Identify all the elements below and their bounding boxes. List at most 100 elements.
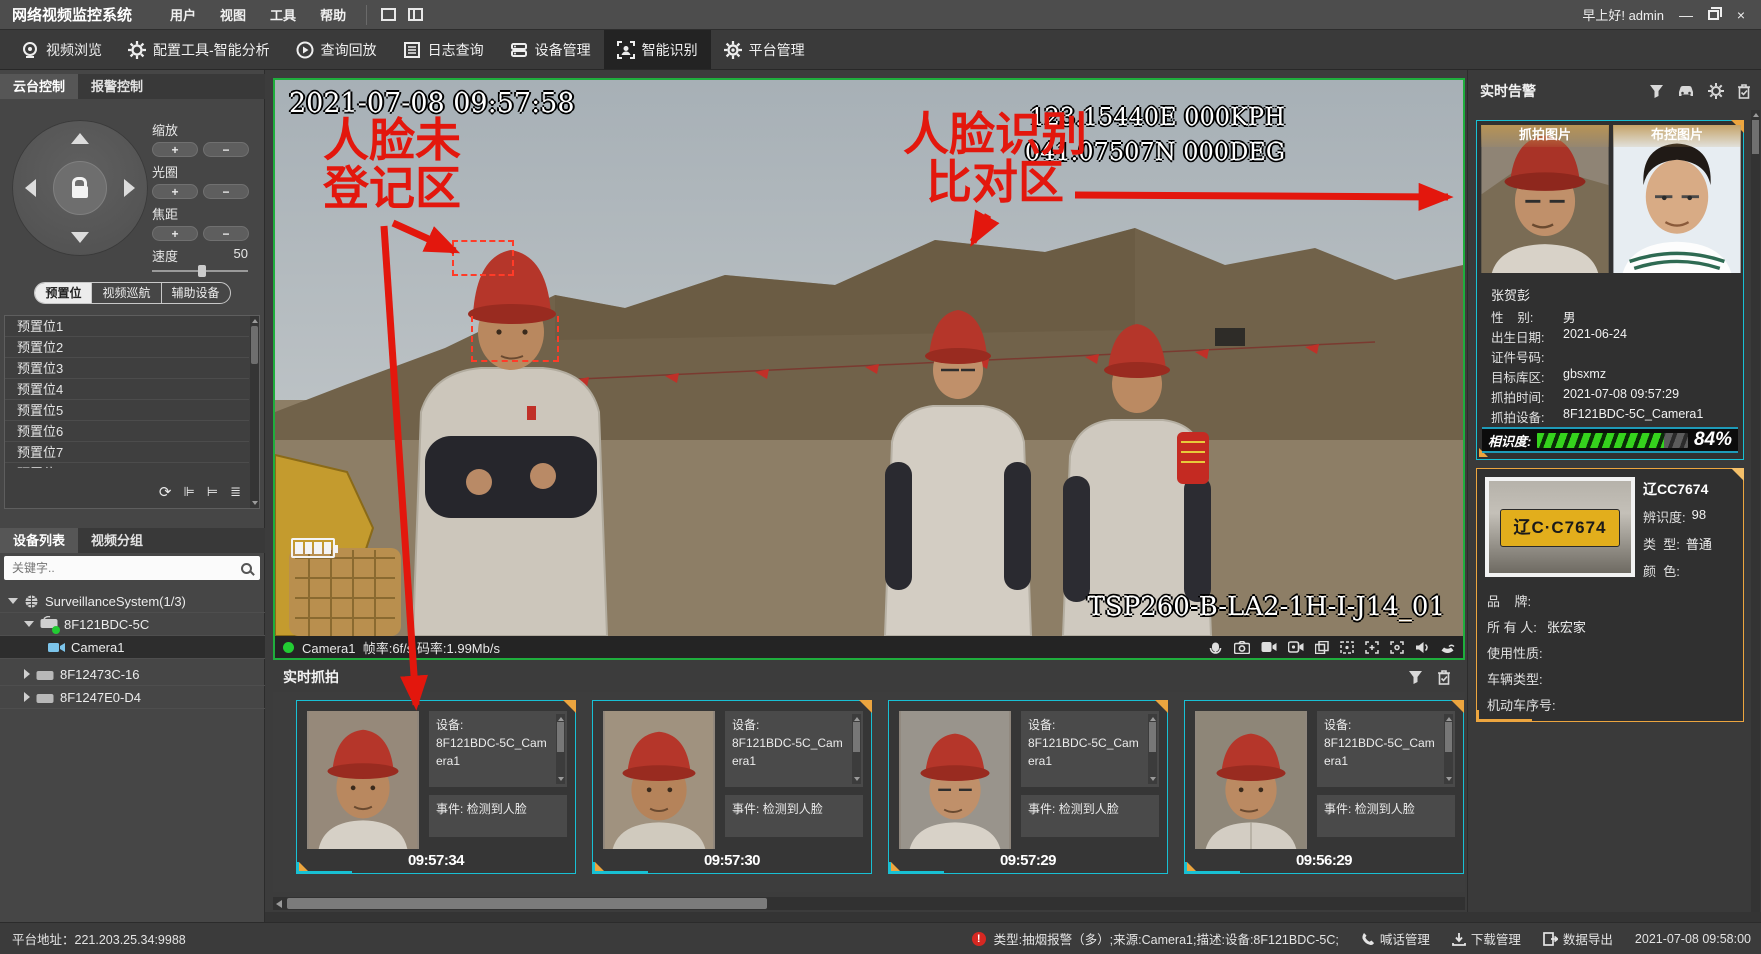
ptz-right-arrow[interactable] bbox=[124, 179, 135, 197]
talk-icon[interactable] bbox=[1208, 640, 1223, 654]
ptz-down-arrow[interactable] bbox=[71, 232, 89, 243]
ptz-pad[interactable] bbox=[12, 120, 148, 256]
preset-item[interactable]: 预置位2 bbox=[5, 337, 249, 358]
filter-icon[interactable] bbox=[1408, 670, 1423, 684]
expand-arrow-icon[interactable] bbox=[8, 598, 18, 604]
preset-scrollbar-thumb[interactable] bbox=[251, 326, 258, 364]
face-alarm-card[interactable]: 抓拍图片 布控图片 张贺彭 性 别:男 出生日期:2021-06-24 证件号码… bbox=[1476, 120, 1744, 460]
multi-capture-icon[interactable] bbox=[1315, 641, 1329, 654]
tree-node-nvr-3[interactable]: 8F1247E0-D4 bbox=[0, 686, 265, 709]
vehicle-alarm-card[interactable]: 辽C·C7674 辽CC7674 辨识度:98 类 型:普通 颜 色: 品 牌:… bbox=[1476, 468, 1744, 722]
menu-view[interactable]: 视图 bbox=[208, 5, 258, 24]
search-icon[interactable] bbox=[241, 563, 252, 574]
tree-node-root[interactable]: SurveillanceSystem(1/3) bbox=[0, 590, 265, 613]
vehicle-alarm-icon[interactable] bbox=[1677, 84, 1695, 98]
restore-button[interactable] bbox=[1708, 10, 1719, 20]
info-scrollbar[interactable] bbox=[852, 714, 861, 784]
tab-platform-manage[interactable]: 平台管理 bbox=[711, 30, 818, 69]
preset-item[interactable]: 预置位4 bbox=[5, 379, 249, 400]
download-manage-button[interactable]: 下载管理 bbox=[1452, 929, 1521, 948]
tab-video-browse[interactable]: 视频浏览 bbox=[8, 30, 115, 69]
minimize-button[interactable]: — bbox=[1678, 7, 1694, 23]
refresh-presets-icon[interactable]: ⟳ bbox=[159, 483, 172, 501]
preset-item[interactable]: 预置位1 bbox=[5, 316, 249, 337]
sort-presets-icon[interactable]: ≣ bbox=[230, 484, 241, 500]
gear-icon bbox=[128, 41, 146, 59]
tab-playback[interactable]: 查询回放 bbox=[283, 30, 390, 69]
speed-slider-thumb[interactable] bbox=[198, 265, 206, 277]
ptz-lock-button[interactable] bbox=[53, 161, 107, 215]
collapse-arrow-icon[interactable] bbox=[24, 669, 30, 679]
call-icon[interactable] bbox=[1440, 641, 1455, 654]
preset-item[interactable]: 预置位6 bbox=[5, 421, 249, 442]
close-button[interactable]: × bbox=[1733, 7, 1749, 23]
preset-item[interactable]: 预置位3 bbox=[5, 358, 249, 379]
tree-node-nvr-2[interactable]: 8F12473C-16 bbox=[0, 663, 265, 686]
split-layout-icon[interactable] bbox=[408, 8, 423, 21]
menu-tools[interactable]: 工具 bbox=[258, 5, 308, 24]
tab-ptz-control[interactable]: 云台控制 bbox=[0, 74, 78, 99]
focus-target-icon[interactable] bbox=[1390, 641, 1404, 654]
data-export-button[interactable]: 数据导出 bbox=[1543, 929, 1613, 948]
info-scrollbar[interactable] bbox=[556, 714, 565, 784]
zoom-in-icon[interactable] bbox=[1365, 641, 1379, 654]
tab-video-groups[interactable]: 视频分组 bbox=[78, 528, 156, 553]
tree-node-camera1[interactable]: Camera1 bbox=[0, 636, 265, 659]
speed-slider[interactable] bbox=[152, 265, 248, 277]
ptz-up-arrow[interactable] bbox=[71, 133, 89, 144]
iris-plus-button[interactable]: + bbox=[152, 184, 198, 199]
zoom-minus-button[interactable]: − bbox=[203, 142, 249, 157]
tab-config-analysis[interactable]: 配置工具-智能分析 bbox=[115, 30, 283, 69]
focus-control: 焦距 + − bbox=[152, 204, 252, 241]
preset-item[interactable]: 预置位7 bbox=[5, 442, 249, 463]
zoom-plus-button[interactable]: + bbox=[152, 142, 198, 157]
scroll-left-arrow[interactable] bbox=[276, 900, 282, 908]
set-preset-icon[interactable]: ⊨ bbox=[207, 484, 218, 500]
snapshot-card[interactable]: 设备: 8F121BDC-5C_Camera1 事件: 检测到人脸 09:56:… bbox=[1184, 700, 1464, 874]
ptz-left-arrow[interactable] bbox=[25, 179, 36, 197]
snapshot-scrollbar[interactable] bbox=[273, 897, 1465, 910]
focus-plus-button[interactable]: + bbox=[152, 226, 198, 241]
video-stream-icon[interactable] bbox=[1288, 641, 1304, 653]
filter-icon[interactable] bbox=[1649, 84, 1664, 98]
snapshot-scrollbar-thumb[interactable] bbox=[287, 898, 767, 909]
volume-icon[interactable] bbox=[1415, 641, 1429, 654]
snapshot-card[interactable]: 设备: 8F121BDC-5C_Camera1 事件: 检测到人脸 09:57:… bbox=[888, 700, 1168, 874]
tab-video-cruise[interactable]: 视频巡航 bbox=[91, 283, 160, 303]
goto-preset-icon[interactable]: ⊫ bbox=[183, 484, 194, 500]
tab-presets[interactable]: 预置位 bbox=[35, 283, 91, 303]
tab-log-query[interactable]: 日志查询 bbox=[390, 30, 497, 69]
record-icon[interactable] bbox=[1261, 641, 1277, 653]
collapse-arrow-icon[interactable] bbox=[24, 692, 30, 702]
snapshot-card[interactable]: 设备: 8F121BDC-5C_Camera1 事件: 检测到人脸 09:57:… bbox=[592, 700, 872, 874]
expand-arrow-icon[interactable] bbox=[24, 621, 34, 627]
info-scrollbar[interactable] bbox=[1148, 714, 1157, 784]
tab-aux-devices[interactable]: 辅助设备 bbox=[161, 283, 230, 303]
iris-minus-button[interactable]: − bbox=[203, 184, 249, 199]
settings-gear-icon[interactable] bbox=[1708, 83, 1724, 99]
owner-value: 张宏家 bbox=[1547, 617, 1586, 636]
live-video-panel[interactable]: 2021-07-08 09:57:58 123.15440E 000KPH 04… bbox=[273, 78, 1465, 660]
clear-alarms-icon[interactable] bbox=[1737, 84, 1751, 99]
alarm-panel-scrollbar[interactable] bbox=[1751, 110, 1760, 916]
clear-alarms-icon[interactable] bbox=[1437, 670, 1451, 685]
tab-smart-recognition[interactable]: 智能识别 bbox=[604, 30, 711, 69]
single-layout-icon[interactable] bbox=[381, 8, 396, 21]
tab-alarm-control[interactable]: 报警控制 bbox=[78, 74, 156, 99]
preset-item[interactable]: 预置位8 bbox=[5, 463, 249, 468]
app-window: 网络视频监控系统 用户 视图 工具 帮助 早上好! admin — × 视频浏览… bbox=[0, 0, 1761, 954]
menu-user[interactable]: 用户 bbox=[158, 5, 208, 24]
menu-help[interactable]: 帮助 bbox=[308, 5, 358, 24]
search-input[interactable] bbox=[12, 561, 241, 575]
talk-manage-button[interactable]: 喊话管理 bbox=[1361, 929, 1430, 948]
tab-device-manage[interactable]: 设备管理 bbox=[497, 30, 604, 69]
snapshot-card[interactable]: 设备: 8F121BDC-5C_Camera1 事件: 检测到人脸 09:57:… bbox=[296, 700, 576, 874]
preset-scrollbar[interactable] bbox=[250, 316, 259, 508]
snapshot-icon[interactable] bbox=[1234, 641, 1250, 654]
area-zoom-icon[interactable] bbox=[1340, 641, 1354, 654]
tab-device-list[interactable]: 设备列表 bbox=[0, 528, 78, 553]
focus-minus-button[interactable]: − bbox=[203, 226, 249, 241]
preset-item[interactable]: 预置位5 bbox=[5, 400, 249, 421]
info-scrollbar[interactable] bbox=[1444, 714, 1453, 784]
tree-node-nvr-online[interactable]: 8F121BDC-5C bbox=[0, 613, 265, 636]
